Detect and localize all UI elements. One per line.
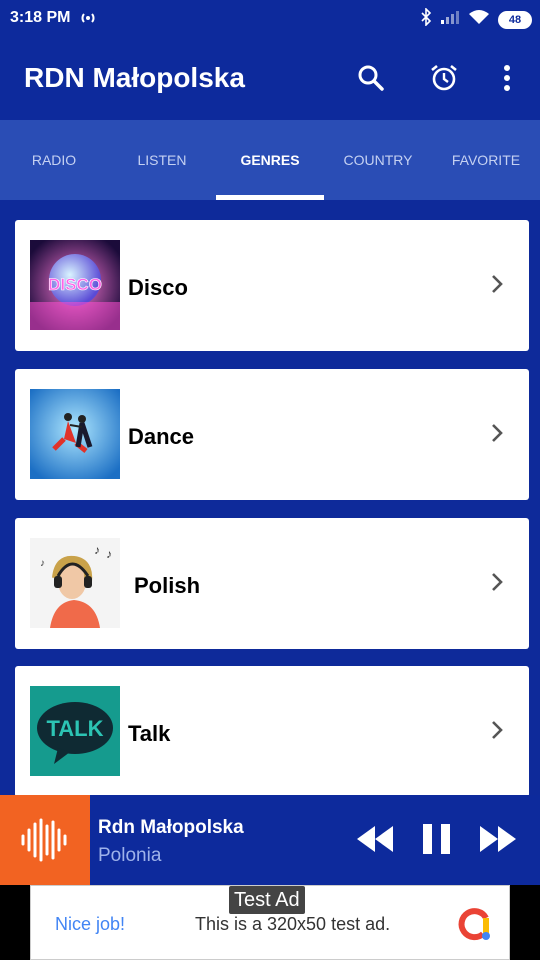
tab-favorite[interactable]: FAVORITE <box>432 120 540 200</box>
svg-text:♪: ♪ <box>106 547 112 561</box>
admob-logo-icon <box>453 904 493 949</box>
tab-genres[interactable]: GENRES <box>216 120 324 200</box>
chevron-right-icon <box>491 274 503 299</box>
svg-text:♪: ♪ <box>94 543 100 557</box>
genre-label: Talk <box>128 721 171 746</box>
battery-indicator: 48 <box>498 10 532 29</box>
player-title: Rdn Małopolska <box>98 817 244 838</box>
chevron-right-icon <box>491 572 503 597</box>
fast-forward-icon[interactable] <box>478 822 518 861</box>
genre-card-dance[interactable]: Dance <box>15 369 529 500</box>
genre-card-polish[interactable]: ♪ ♪ ♪ Polish <box>15 518 529 649</box>
signal-icon <box>440 9 460 30</box>
player-subtitle: Polonia <box>98 845 162 866</box>
rewind-icon[interactable] <box>355 822 395 861</box>
more-vert-icon[interactable] <box>489 60 525 96</box>
app-title: RDN Małopolska <box>24 62 245 93</box>
status-bar: 3:18 PM 48 <box>0 0 540 38</box>
bluetooth-icon <box>420 7 432 31</box>
station-logo <box>0 795 90 885</box>
hotspot-icon <box>78 10 98 31</box>
genre-card-disco[interactable]: DISCO Disco <box>15 220 529 351</box>
tab-radio[interactable]: RADIO <box>0 120 108 200</box>
talk-thumbnail-text: TALK <box>46 716 103 741</box>
genre-card-talk[interactable]: TALK Talk <box>15 666 529 795</box>
chevron-right-icon <box>491 423 503 448</box>
svg-text:♪: ♪ <box>40 558 45 569</box>
genre-list: DISCO Disco Dance ♪ ♪ ♪ Polish TALK Talk <box>0 200 540 795</box>
app-bar: RDN Małopolska <box>0 38 540 120</box>
genre-label: Dance <box>128 424 195 449</box>
polish-thumbnail: ♪ ♪ ♪ <box>30 538 120 628</box>
ad-nice-text: Nice job! <box>55 914 126 934</box>
disco-thumbnail: DISCO <box>30 240 120 330</box>
genre-label: Polish <box>134 573 201 598</box>
tab-country[interactable]: COUNTRY <box>324 120 432 200</box>
pause-icon[interactable] <box>421 822 453 861</box>
disco-thumbnail-text: DISCO <box>48 275 102 294</box>
genre-label: Disco <box>128 275 188 300</box>
waveform-icon <box>21 818 67 862</box>
ad-message: This is a 320x50 test ad. <box>195 914 391 934</box>
wifi-icon <box>468 9 490 30</box>
dance-thumbnail <box>30 389 120 479</box>
search-icon[interactable] <box>353 60 389 96</box>
test-ad-badge: Test Ad <box>229 886 305 914</box>
tab-listen[interactable]: LISTEN <box>108 120 216 200</box>
tab-bar: RADIO LISTEN GENRES COUNTRY FAVORITE <box>0 120 540 200</box>
status-time: 3:18 PM <box>10 9 71 26</box>
talk-thumbnail: TALK <box>30 686 120 776</box>
mini-player[interactable]: Rdn Małopolska Polonia <box>0 795 540 885</box>
chevron-right-icon <box>491 720 503 745</box>
alarm-icon[interactable] <box>426 60 462 96</box>
